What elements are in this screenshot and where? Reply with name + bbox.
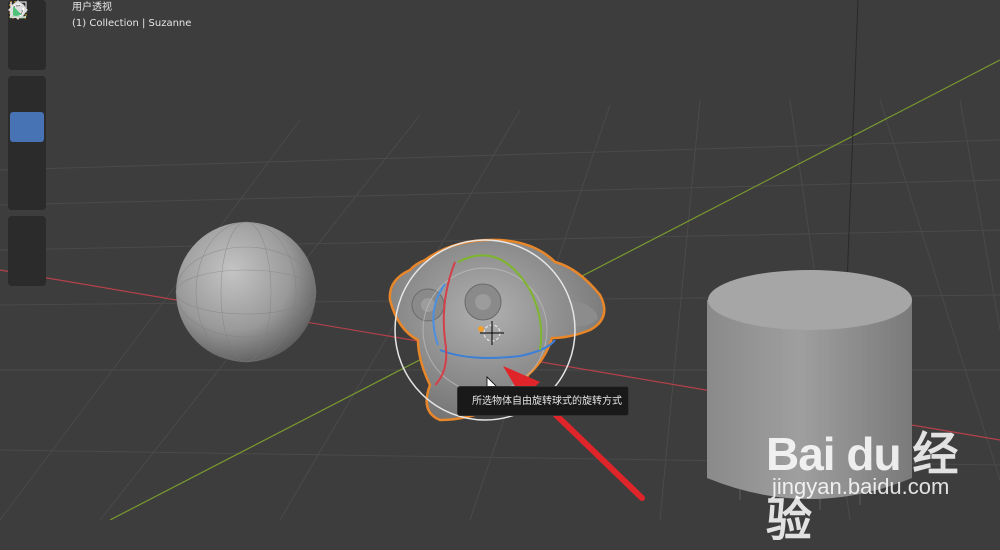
3d-viewport[interactable]: 用户透视 (1) Collection | Suzanne 所选物体自由旋转球式…: [0, 0, 1000, 546]
measure-icon: [10, 2, 26, 18]
tool-group-transform: [8, 0, 46, 210]
tool-tooltip: 所选物体自由旋转球式的旋转方式: [457, 386, 629, 416]
tool-group-annotate: [8, 2, 46, 286]
watermark-url: jingyan.baidu.com: [772, 474, 950, 499]
z-axis-line: [845, 0, 859, 311]
scale-tool[interactable]: [10, 1, 44, 174]
annotate-tool[interactable]: [9, 4, 44, 250]
transform-tool[interactable]: [10, 1, 44, 206]
measure-tool[interactable]: [10, 2, 44, 282]
move-tool[interactable]: [8, 0, 44, 110]
cursor-tool[interactable]: [9, 1, 44, 66]
tool-shelf: [8, 0, 46, 292]
view-name: 用户透视: [72, 2, 112, 13]
rotate-tool[interactable]: [10, 3, 44, 142]
collection-info: (1) Collection | Suzanne: [72, 18, 192, 29]
sphere-object: [175, 221, 317, 363]
baidu-watermark: Bai du 经验 jingyan.baidu.com: [760, 410, 990, 546]
viewport-info: 用户透视 (1) Collection | Suzanne: [72, 0, 191, 32]
